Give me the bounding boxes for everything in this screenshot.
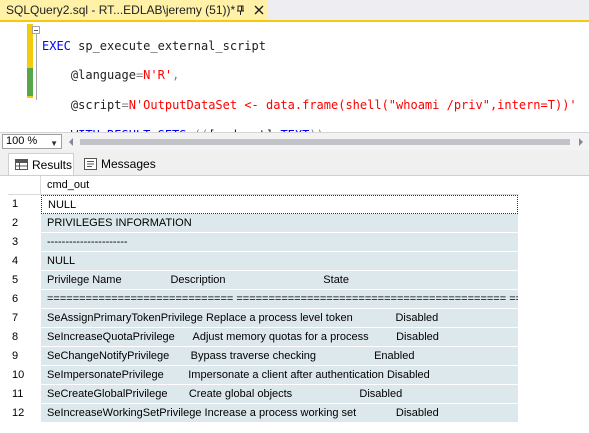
- table-cell[interactable]: SeAssignPrimaryTokenPrivilege Replace a …: [41, 309, 518, 328]
- table-row[interactable]: 10 SeImpersonatePrivilege Impersonate a c…: [8, 366, 518, 385]
- results-grid[interactable]: cmd_out 1 NULL 2 PRIVILEGES INFORMATION 3 ---…: [8, 176, 589, 433]
- table-cell[interactable]: NULL: [41, 195, 518, 214]
- chevron-down-icon[interactable]: ▼: [50, 137, 58, 150]
- collapse-toggle-icon[interactable]: [32, 26, 40, 34]
- punctuation: ,: [172, 68, 180, 83]
- code-line-3: @script=N'OutputDataSet <- data.frame(sh…: [42, 98, 577, 113]
- row-number[interactable]: 6: [8, 290, 41, 309]
- table-cell[interactable]: NULL: [41, 252, 518, 271]
- row-number[interactable]: 5: [8, 271, 41, 290]
- change-tracking-margin: [27, 24, 33, 98]
- pin-icon[interactable]: [234, 3, 248, 17]
- table-row[interactable]: 2 PRIVILEGES INFORMATION: [8, 214, 518, 233]
- table-row[interactable]: 5 Privilege Name Description State: [8, 271, 518, 290]
- document-tab-bar: SQLQuery2.sql - RT...EDLAB\jeremy (51))*: [0, 0, 589, 22]
- row-number[interactable]: 10: [8, 366, 41, 385]
- column-header-cmd-out[interactable]: cmd_out: [41, 176, 518, 195]
- row-number[interactable]: 7: [8, 309, 41, 328]
- code-line-2: @language=N'R',: [42, 68, 577, 83]
- tab-results-label: Results: [32, 157, 73, 172]
- tab-messages-label: Messages: [101, 157, 156, 171]
- row-number[interactable]: 2: [8, 214, 41, 233]
- string-literal: N'OutputDataSet <- data.frame(shell("who…: [128, 97, 577, 112]
- table-cell[interactable]: ============================= ==========…: [41, 290, 518, 309]
- grid-header: cmd_out: [8, 176, 518, 195]
- row-number[interactable]: 3: [8, 233, 41, 252]
- code-text: sp_execute_external_script: [70, 38, 266, 53]
- table-row[interactable]: 4 NULL: [8, 252, 518, 271]
- table-row[interactable]: 7 SeAssignPrimaryTokenPrivilege Replace a…: [8, 309, 518, 328]
- grid-corner[interactable]: [8, 176, 41, 195]
- horizontal-scrollbar[interactable]: [66, 136, 586, 148]
- document-tab[interactable]: SQLQuery2.sql - RT...EDLAB\jeremy (51))*: [0, 0, 268, 20]
- table-cell[interactable]: SeCreateGlobalPrivilege Create global ob…: [41, 385, 518, 404]
- tab-results[interactable]: Results: [8, 153, 74, 175]
- table-cell[interactable]: SeImpersonatePrivilege Impersonate a cli…: [41, 366, 518, 385]
- table-row[interactable]: 11 SeCreateGlobalPrivilege Create global …: [8, 385, 518, 404]
- row-number[interactable]: 12: [8, 404, 41, 423]
- document-tab-title: SQLQuery2.sql - RT...EDLAB\jeremy (51))*: [6, 3, 236, 17]
- keyword: EXEC: [42, 38, 71, 53]
- outline-line: [36, 34, 37, 100]
- table-row[interactable]: 1 NULL: [8, 195, 518, 214]
- saved-change-marker: [27, 68, 33, 96]
- table-cell[interactable]: SeChangeNotifyPrivilege Bypass traverse …: [41, 347, 518, 366]
- table-cell[interactable]: SeIncreaseQuotaPrivilege Adjust memory q…: [41, 328, 518, 347]
- row-number[interactable]: 1: [8, 195, 41, 214]
- results-tab-bar: Results Messages: [0, 150, 589, 176]
- table-row[interactable]: 6 ============================= =========…: [8, 290, 518, 309]
- tab-messages[interactable]: Messages: [78, 153, 158, 175]
- table-cell[interactable]: SeIncreaseWorkingSetPrivilege Increase a…: [41, 404, 518, 423]
- code-line-1: EXEC sp_execute_external_script: [42, 39, 577, 54]
- row-number[interactable]: 4: [8, 252, 41, 271]
- table-cell[interactable]: Privilege Name Description State: [41, 271, 518, 290]
- close-icon[interactable]: [252, 3, 266, 17]
- messages-icon: [84, 158, 97, 170]
- table-row[interactable]: 3 ----------------------: [8, 233, 518, 252]
- row-number[interactable]: 8: [8, 328, 41, 347]
- zoom-bar: 100 % ▼: [0, 132, 589, 150]
- operator: =: [121, 97, 129, 112]
- table-cell[interactable]: ----------------------: [41, 233, 518, 252]
- query-editor[interactable]: EXEC sp_execute_external_script @languag…: [0, 22, 589, 171]
- table-cell[interactable]: PRIVILEGES INFORMATION: [41, 214, 518, 233]
- zoom-value: 100 %: [6, 135, 38, 147]
- table-row[interactable]: 9 SeChangeNotifyPrivilege Bypass traverse…: [8, 347, 518, 366]
- row-number[interactable]: 11: [8, 385, 41, 404]
- variable: @script: [70, 97, 122, 112]
- grid-icon: [15, 159, 28, 170]
- variable: @language: [70, 68, 136, 83]
- table-row[interactable]: 12 SeIncreaseWorkingSetPrivilege Increase…: [8, 404, 518, 423]
- string-literal: N'R': [143, 68, 173, 83]
- row-number[interactable]: 9: [8, 347, 41, 366]
- zoom-select[interactable]: 100 % ▼: [2, 134, 62, 149]
- table-row[interactable]: 8 SeIncreaseQuotaPrivilege Adjust memory …: [8, 328, 518, 347]
